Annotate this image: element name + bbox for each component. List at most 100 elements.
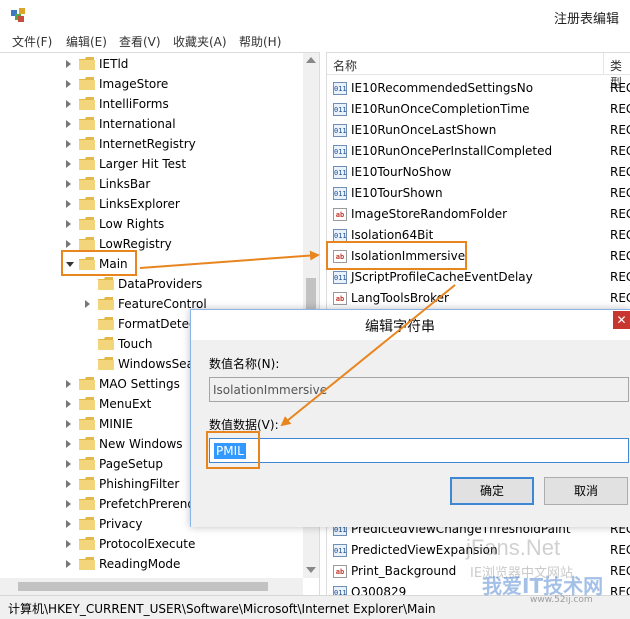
edit-string-dialog: 编辑字符串 ✕ 数值名称(N): 数值数据(V): PMIL 确定 取消 (190, 309, 630, 527)
value-row[interactable]: ab LangToolsBroker REG (327, 288, 630, 309)
expand-arrow-icon[interactable] (85, 300, 90, 308)
expand-arrow-icon[interactable] (66, 540, 71, 548)
value-data-input[interactable] (209, 438, 629, 463)
value-row[interactable]: 011 IE10TourShown REG (327, 183, 630, 204)
tree-horizontal-scrollbar[interactable] (0, 578, 303, 595)
value-row[interactable]: 011 IE10RunOnceCompletionTime REG (327, 99, 630, 120)
tree-item-main[interactable]: Main (0, 254, 303, 274)
menu-view[interactable]: 查看(V) (119, 33, 161, 50)
value-type: REG (610, 564, 630, 578)
value-row[interactable]: 011 IE10RecommendedSettingsNo REG (327, 78, 630, 99)
menu-file[interactable]: 文件(F) (12, 33, 52, 50)
expand-arrow-icon[interactable] (66, 560, 71, 568)
expand-arrow-icon[interactable] (66, 60, 71, 68)
expand-arrow-icon[interactable] (66, 400, 71, 408)
folder-icon (79, 437, 95, 450)
tree-item-label: Low Rights (99, 217, 165, 231)
folder-icon (79, 77, 95, 90)
value-row[interactable]: 011 IE10RunOncePerInstallCompleted REG (327, 141, 630, 162)
value-row[interactable]: 011 IE10TourNoShow REG (327, 162, 630, 183)
expand-arrow-icon[interactable] (66, 240, 71, 248)
dialog-title-bar: 编辑字符串 ✕ (191, 310, 630, 340)
tree-item-lowregistry[interactable]: LowRegistry (0, 234, 303, 254)
menu-favorites[interactable]: 收藏夹(A) (173, 33, 227, 50)
value-name: PredictedViewExpansion (351, 543, 498, 557)
value-row[interactable]: 011 PredictedViewExpansion REG (327, 540, 630, 561)
tree-item-internetregistry[interactable]: InternetRegistry (0, 134, 303, 154)
close-icon[interactable]: ✕ (613, 311, 630, 329)
binary-value-icon: 011 (333, 229, 347, 242)
value-name: Isolation64Bit (351, 228, 434, 242)
value-row[interactable]: ab Print_Background REG (327, 561, 630, 582)
value-type: REG (610, 207, 630, 221)
expand-arrow-icon[interactable] (66, 520, 71, 528)
tree-item-imagestore[interactable]: ImageStore (0, 74, 303, 94)
expand-arrow-icon[interactable] (66, 500, 71, 508)
tree-item-low-rights[interactable]: Low Rights (0, 214, 303, 234)
column-name-header[interactable]: 名称 (333, 57, 357, 74)
value-row[interactable]: 011 Q300829 REG (327, 582, 630, 595)
collapse-arrow-icon[interactable] (66, 262, 74, 267)
expand-arrow-icon[interactable] (66, 200, 71, 208)
value-name: IE10RecommendedSettingsNo (351, 81, 534, 95)
folder-icon (79, 117, 95, 130)
tree-item-dataproviders[interactable]: DataProviders (0, 274, 303, 294)
value-name-field (209, 377, 629, 402)
value-data-label: 数值数据(V): (209, 418, 279, 432)
folder-icon (79, 157, 95, 170)
value-row[interactable]: 011 IE10RunOnceLastShown REG (327, 120, 630, 141)
tree-item-readingmode[interactable]: ReadingMode (0, 554, 303, 574)
value-row[interactable]: 011 Isolation64Bit REG (327, 225, 630, 246)
expand-arrow-icon[interactable] (66, 440, 71, 448)
value-name: LangToolsBroker (351, 291, 449, 305)
tree-item-label: IntelliForms (99, 97, 169, 111)
value-type: REG (610, 585, 630, 595)
tree-item-label: MINIE (99, 417, 133, 431)
tree-item-label: InternetRegistry (99, 137, 196, 151)
expand-arrow-icon[interactable] (66, 80, 71, 88)
expand-arrow-icon[interactable] (66, 480, 71, 488)
menu-edit[interactable]: 编辑(E) (66, 33, 107, 50)
value-row[interactable]: 011 JScriptProfileCacheEventDelay REG (327, 267, 630, 288)
expand-arrow-icon[interactable] (66, 460, 71, 468)
expand-arrow-icon[interactable] (66, 140, 71, 148)
expand-arrow-icon[interactable] (66, 380, 71, 388)
value-type: REG (610, 270, 630, 284)
tree-item-protocolexecute[interactable]: ProtocolExecute (0, 534, 303, 554)
ok-button[interactable]: 确定 (450, 477, 534, 505)
tree-item-label: Larger Hit Test (99, 157, 187, 171)
tree-item-label: PageSetup (99, 457, 163, 471)
scroll-up-icon[interactable] (306, 57, 316, 63)
expand-arrow-icon[interactable] (66, 420, 71, 428)
expand-arrow-icon[interactable] (66, 120, 71, 128)
value-type: REG (610, 102, 630, 116)
menu-help[interactable]: 帮助(H) (239, 33, 281, 50)
folder-icon (79, 217, 95, 230)
tree-item-intelliforms[interactable]: IntelliForms (0, 94, 303, 114)
expand-arrow-icon[interactable] (66, 220, 71, 228)
folder-icon (79, 57, 95, 70)
expand-arrow-icon[interactable] (66, 180, 71, 188)
hscroll-thumb[interactable] (18, 582, 268, 591)
tree-item-linksbar[interactable]: LinksBar (0, 174, 303, 194)
expand-arrow-icon[interactable] (66, 160, 71, 168)
tree-item-larger-hit-test[interactable]: Larger Hit Test (0, 154, 303, 174)
tree-item-ietld[interactable]: IETld (0, 54, 303, 74)
tree-item-label: MAO Settings (99, 377, 180, 391)
cancel-button[interactable]: 取消 (544, 477, 628, 505)
expand-arrow-icon[interactable] (66, 100, 71, 108)
tree-item-label: New Windows (99, 437, 183, 451)
folder-icon (98, 317, 114, 330)
tree-item-label: MenuExt (99, 397, 152, 411)
value-row[interactable]: ab IsolationImmersive REG (327, 246, 630, 267)
tree-item-international[interactable]: International (0, 114, 303, 134)
tree-item-linksexplorer[interactable]: LinksExplorer (0, 194, 303, 214)
value-type: REG (610, 144, 630, 158)
string-value-icon: ab (333, 565, 347, 578)
value-name: ImageStoreRandomFolder (351, 207, 508, 221)
column-divider[interactable] (603, 53, 604, 75)
folder-icon (79, 537, 95, 550)
scroll-down-icon[interactable] (306, 567, 316, 573)
value-name: IE10RunOncePerInstallCompleted (351, 144, 553, 158)
value-row[interactable]: ab ImageStoreRandomFolder REG (327, 204, 630, 225)
